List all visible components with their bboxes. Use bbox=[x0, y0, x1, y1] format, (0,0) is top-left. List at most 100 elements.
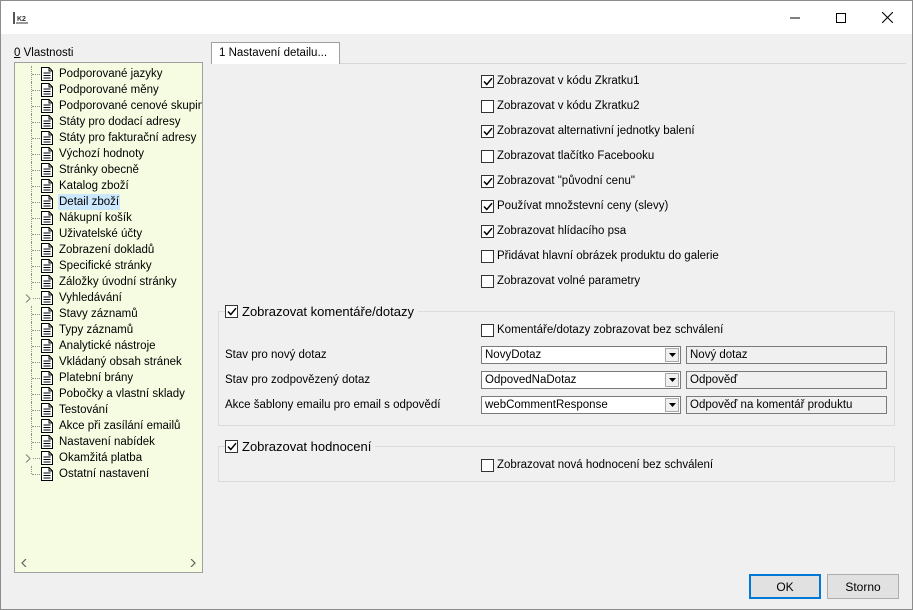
checkmark-icon bbox=[226, 442, 237, 451]
tab-product-detail-settings[interactable]: 1 Nastavení detailu... bbox=[211, 42, 340, 64]
option-checkbox[interactable] bbox=[481, 124, 494, 138]
comments-group-header[interactable]: Zobrazovat komentáře/dotazy bbox=[225, 302, 418, 320]
tree-item[interactable]: Analytické nástroje bbox=[15, 338, 202, 354]
document-icon bbox=[41, 179, 53, 193]
expand-chevron-icon[interactable] bbox=[25, 453, 31, 463]
tree-connector bbox=[32, 106, 40, 107]
option-row[interactable]: Používat množstevní ceny (slevy) bbox=[481, 198, 668, 214]
tree-item[interactable]: Podporované jazyky bbox=[15, 66, 202, 82]
scroll-right-icon[interactable] bbox=[190, 558, 196, 567]
option-checkbox[interactable] bbox=[481, 249, 494, 263]
expand-chevron-icon[interactable] bbox=[25, 293, 31, 303]
option-row[interactable]: Zobrazovat tlačítko Facebooku bbox=[481, 148, 654, 164]
tree-item-label: Zobrazení dokladů bbox=[59, 244, 155, 256]
option-checkbox[interactable] bbox=[481, 224, 494, 238]
tree-item[interactable]: Nastavení nabídek bbox=[15, 434, 202, 450]
tree-item[interactable]: Detail zboží bbox=[15, 194, 202, 210]
ratings-approve-checkbox[interactable] bbox=[481, 458, 494, 472]
comments-approve-option[interactable]: Komentáře/dotazy zobrazovat bez schválen… bbox=[481, 322, 723, 338]
document-icon bbox=[41, 195, 53, 209]
scroll-left-icon[interactable] bbox=[21, 558, 27, 567]
answered-question-status-select[interactable]: OdpovedNaDotaz bbox=[481, 371, 681, 389]
checkmark-icon bbox=[482, 177, 493, 186]
tree-item[interactable]: Testování bbox=[15, 402, 202, 418]
document-icon bbox=[41, 435, 53, 449]
option-row[interactable]: Zobrazovat alternativní jednotky balení bbox=[481, 123, 695, 139]
tree-item[interactable]: Okamžitá platba bbox=[15, 450, 202, 466]
option-checkbox[interactable] bbox=[481, 74, 494, 88]
option-checkbox[interactable] bbox=[481, 199, 494, 213]
tree-connector bbox=[32, 282, 40, 283]
tree-item[interactable]: Zobrazení dokladů bbox=[15, 242, 202, 258]
tree-expander[interactable] bbox=[23, 290, 33, 306]
comments-approve-checkbox[interactable] bbox=[481, 323, 494, 337]
option-checkbox[interactable] bbox=[481, 174, 494, 188]
maximize-button[interactable] bbox=[818, 1, 864, 34]
tree-item[interactable]: Státy pro fakturační adresy bbox=[15, 130, 202, 146]
tree-item[interactable]: Stránky obecně bbox=[15, 162, 202, 178]
dropdown-arrow-icon[interactable] bbox=[665, 398, 679, 412]
cancel-button[interactable]: Storno bbox=[827, 574, 899, 599]
tree-item-label: Státy pro dodací adresy bbox=[59, 116, 181, 128]
tree-item-label: Stavy záznamů bbox=[59, 308, 138, 320]
tree-item[interactable]: Výchozí hodnoty bbox=[15, 146, 202, 162]
properties-tree[interactable]: Podporované jazyky Podporované měny Podpor… bbox=[14, 62, 203, 573]
tree-item[interactable]: Katalog zboží bbox=[15, 178, 202, 194]
dropdown-arrow-icon[interactable] bbox=[665, 373, 679, 387]
tree-item[interactable]: Záložky úvodní stránky bbox=[15, 274, 202, 290]
ratings-group-checkbox[interactable] bbox=[225, 439, 238, 453]
tree-item-label: Testování bbox=[59, 404, 109, 416]
tree-item[interactable]: Pobočky a vlastní sklady bbox=[15, 386, 202, 402]
document-icon bbox=[41, 371, 53, 385]
tree-item[interactable]: Vkládaný obsah stránek bbox=[15, 354, 202, 370]
tree-item[interactable]: Státy pro dodací adresy bbox=[15, 114, 202, 130]
tree-item[interactable]: Stavy záznamů bbox=[15, 306, 202, 322]
option-checkbox[interactable] bbox=[481, 149, 494, 163]
tree-item[interactable]: Akce při zasílání emailů bbox=[15, 418, 202, 434]
option-row[interactable]: Zobrazovat volné parametry bbox=[481, 273, 640, 289]
checkmark-icon bbox=[226, 307, 237, 316]
tree-expander[interactable] bbox=[23, 450, 33, 466]
checkmark-icon bbox=[482, 77, 493, 86]
tree-item[interactable]: Specifické stránky bbox=[15, 258, 202, 274]
option-row[interactable]: Zobrazovat v kódu Zkratku2 bbox=[481, 98, 640, 114]
tree-item-label: Typy záznamů bbox=[59, 324, 134, 336]
option-row[interactable]: Zobrazovat "původní cenu" bbox=[481, 173, 635, 189]
minimize-button[interactable] bbox=[772, 1, 818, 34]
tree-item-label: Uživatelské účty bbox=[59, 228, 143, 240]
tree-item[interactable]: Ostatní nastavení bbox=[15, 466, 202, 482]
dropdown-arrow-icon[interactable] bbox=[665, 348, 679, 362]
new-question-status-select[interactable]: NovyDotaz bbox=[481, 346, 681, 364]
document-icon bbox=[41, 419, 53, 433]
properties-label: 0 Vlastnosti bbox=[14, 47, 73, 59]
tree-item[interactable]: Nákupní košík bbox=[15, 210, 202, 226]
tree-item-label: Akce při zasílání emailů bbox=[59, 420, 181, 432]
horizontal-scrollbar[interactable] bbox=[16, 554, 201, 571]
option-row[interactable]: Přidávat hlavní obrázek produktu do gale… bbox=[481, 248, 719, 264]
ratings-group-header[interactable]: Zobrazovat hodnocení bbox=[225, 437, 376, 455]
tree-item[interactable]: Podporované měny bbox=[15, 82, 202, 98]
tree-item[interactable]: Platební brány bbox=[15, 370, 202, 386]
tree-item[interactable]: Typy záznamů bbox=[15, 322, 202, 338]
checkmark-icon bbox=[482, 127, 493, 136]
ratings-approve-option[interactable]: Zobrazovat nová hodnocení bez schválení bbox=[481, 457, 713, 473]
document-icon bbox=[41, 275, 53, 289]
tree-item[interactable]: Vyhledávání bbox=[15, 290, 202, 306]
tree-item[interactable]: Podporované cenové skupiny bbox=[15, 98, 202, 114]
comments-group-checkbox[interactable] bbox=[225, 304, 238, 318]
tree-connector bbox=[32, 90, 40, 91]
option-row[interactable]: Zobrazovat hlídacího psa bbox=[481, 223, 626, 239]
option-checkbox[interactable] bbox=[481, 274, 494, 288]
tree-item[interactable]: Uživatelské účty bbox=[15, 226, 202, 242]
ok-button[interactable]: OK bbox=[749, 574, 821, 599]
option-label: Zobrazovat tlačítko Facebooku bbox=[497, 150, 655, 162]
close-button[interactable] bbox=[864, 1, 910, 34]
tree-item-label: Podporované cenové skupiny bbox=[59, 100, 203, 112]
option-row[interactable]: Zobrazovat v kódu Zkratku1 bbox=[481, 73, 640, 89]
option-label: Zobrazovat volné parametry bbox=[497, 275, 641, 287]
tree-item-label: Okamžitá platba bbox=[59, 452, 143, 464]
option-checkbox[interactable] bbox=[481, 99, 494, 113]
tree-connector bbox=[32, 218, 40, 219]
email-template-action-select[interactable]: webCommentResponse bbox=[481, 396, 681, 414]
answered-question-status-label: Stav pro zodpovězený dotaz bbox=[225, 374, 371, 386]
